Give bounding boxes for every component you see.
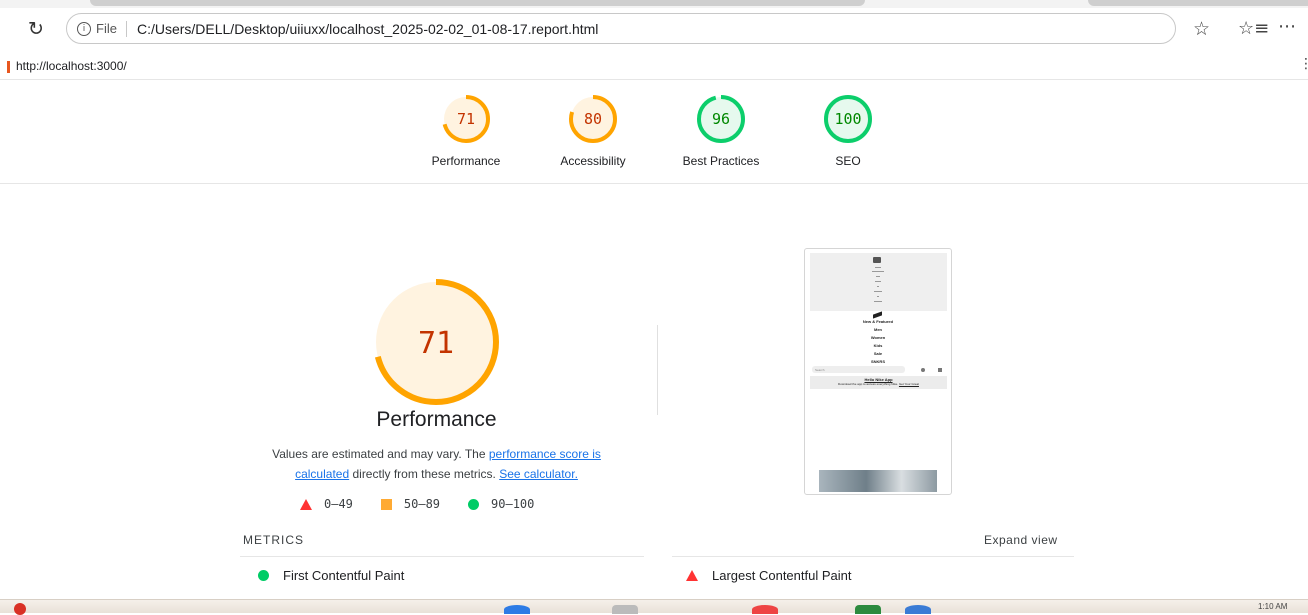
info-icon[interactable]: i — [77, 21, 91, 36]
gauge-seo[interactable]: 100 SEO — [793, 92, 903, 168]
metrics-heading: METRICS — [243, 533, 304, 547]
banner-text-body: Download the app to access everything Ni… — [838, 382, 899, 386]
swoosh-icon — [873, 311, 882, 319]
metric-label: Largest Contentful Paint — [712, 568, 852, 583]
big-gauge-score: 71 — [418, 326, 454, 361]
divider — [672, 556, 1074, 557]
notification-icon[interactable] — [14, 603, 26, 615]
gauge-ring: 71 — [442, 95, 490, 143]
lighthouse-mark-icon — [7, 61, 10, 73]
triangle-icon — [300, 498, 312, 510]
gauge-score: 71 — [457, 110, 475, 128]
gauge-label: SEO — [835, 154, 861, 168]
pass-circle-icon — [258, 570, 269, 581]
final-screenshot[interactable]: New & Featured Men Women Kids Sale SNKRS… — [804, 248, 952, 495]
square-icon — [380, 498, 392, 510]
heart-icon — [921, 368, 925, 372]
circle-icon — [468, 498, 480, 510]
favorite-star-icon[interactable]: ☆ — [1193, 19, 1210, 39]
fail-triangle-icon — [686, 570, 698, 581]
screenshot-nav-item: New & Featured — [862, 319, 894, 324]
gauge-label: Performance — [431, 154, 501, 168]
screenshot-text — [877, 286, 879, 287]
reload-icon[interactable]: ↻ — [28, 18, 50, 40]
divider — [240, 556, 644, 557]
screenshot-nav-item: Men — [874, 327, 882, 332]
gauge-ring: 100 — [824, 95, 872, 143]
tab-bar[interactable] — [90, 0, 865, 6]
screenshot-search-placeholder: Search — [815, 368, 825, 372]
gauge-label: Best Practices — [682, 154, 760, 168]
metric-label: First Contentful Paint — [283, 568, 405, 583]
legend-range: 90–100 — [491, 497, 535, 511]
more-menu-icon[interactable]: ⋯ — [1278, 16, 1297, 37]
report-url-bar: http://localhost:3000/ ⋮ — [0, 52, 1308, 80]
divider — [125, 20, 127, 37]
score-legend: 0–49 50–89 90–100 — [300, 497, 600, 511]
screenshot-hero-image — [819, 470, 937, 492]
gauge-accessibility[interactable]: 80 Accessibility — [538, 92, 648, 168]
gauge-label: Accessibility — [560, 154, 626, 168]
gauge-ring: 96 — [697, 95, 745, 143]
tab-bar-right[interactable] — [1088, 0, 1308, 6]
screenshot-banner: Hello Nike App Download the app to acces… — [810, 376, 947, 389]
gauge-ring: 80 — [569, 95, 617, 143]
screenshot-text — [875, 281, 881, 282]
screenshot-search: Search — [812, 366, 905, 373]
screenshot-text — [876, 276, 880, 277]
gauge-score: 80 — [584, 110, 602, 128]
desc-text-mid: directly from these metrics. — [349, 467, 500, 481]
legend-range: 0–49 — [324, 497, 353, 511]
screenshot-text — [874, 291, 882, 292]
banner-text: Download the app to access everything Ni… — [810, 382, 947, 386]
metric-first-contentful-paint[interactable]: First Contentful Paint — [258, 568, 404, 583]
gauge-score: 96 — [712, 110, 730, 128]
score-gauges: 71 Performance 80 Accessibility 96 Best Pra… — [0, 80, 1308, 184]
performance-description: Values are estimated and may vary. The p… — [250, 444, 623, 484]
see-calculator-link[interactable]: See calculator. — [499, 467, 578, 481]
address-url[interactable]: C:/Users/DELL/Desktop/uiiuxx/localhost_2… — [137, 21, 598, 37]
expand-view-button[interactable]: Expand view — [984, 533, 1058, 547]
tab-strip — [0, 0, 1308, 8]
legend-fail: 0–49 — [300, 497, 353, 511]
taskbar-clock: 1:10 AM — [1258, 602, 1288, 611]
page-url: http://localhost:3000/ — [16, 59, 127, 73]
screenshot-text — [874, 301, 882, 302]
address-bar-row: ↻ i File C:/Users/DELL/Desktop/uiiuxx/lo… — [0, 8, 1308, 48]
desc-text: Values are estimated and may vary. The — [272, 447, 489, 461]
divider — [657, 325, 658, 415]
screenshot-nav-item: Sale — [873, 351, 883, 356]
screenshot-nav-item: Women — [870, 335, 886, 340]
file-label: File — [96, 21, 117, 36]
screenshot-text — [875, 267, 881, 268]
screenshot-text — [877, 296, 879, 297]
legend-average: 50–89 — [380, 497, 441, 511]
performance-title: Performance — [376, 408, 497, 431]
bag-icon — [938, 368, 942, 372]
banner-link: Get Your Great — [898, 382, 919, 386]
legend-pass: 90–100 — [468, 497, 534, 511]
screenshot-nav-item: SNKRS — [870, 359, 885, 364]
taskbar: 1:10 AM — [0, 599, 1308, 615]
favorites-icon[interactable]: ☆≡ — [1238, 19, 1269, 39]
gauge-best-practices[interactable]: 96 Best Practices — [666, 92, 776, 168]
gauge-performance[interactable]: 71 Performance — [411, 92, 521, 168]
metric-largest-contentful-paint[interactable]: Largest Contentful Paint — [686, 568, 851, 583]
screenshot-text — [872, 271, 884, 272]
screenshot-nav-item: Kids — [873, 343, 883, 348]
gauge-score: 100 — [834, 110, 861, 128]
kebab-menu-icon[interactable]: ⋮ — [1299, 56, 1308, 72]
legend-range: 50–89 — [403, 497, 441, 511]
big-gauge-ring: 71 — [373, 279, 499, 405]
jordan-logo-icon — [873, 257, 881, 263]
address-bar[interactable]: i File C:/Users/DELL/Desktop/uiiuxx/loca… — [66, 13, 1176, 44]
performance-big-gauge: 71 — [370, 276, 502, 408]
